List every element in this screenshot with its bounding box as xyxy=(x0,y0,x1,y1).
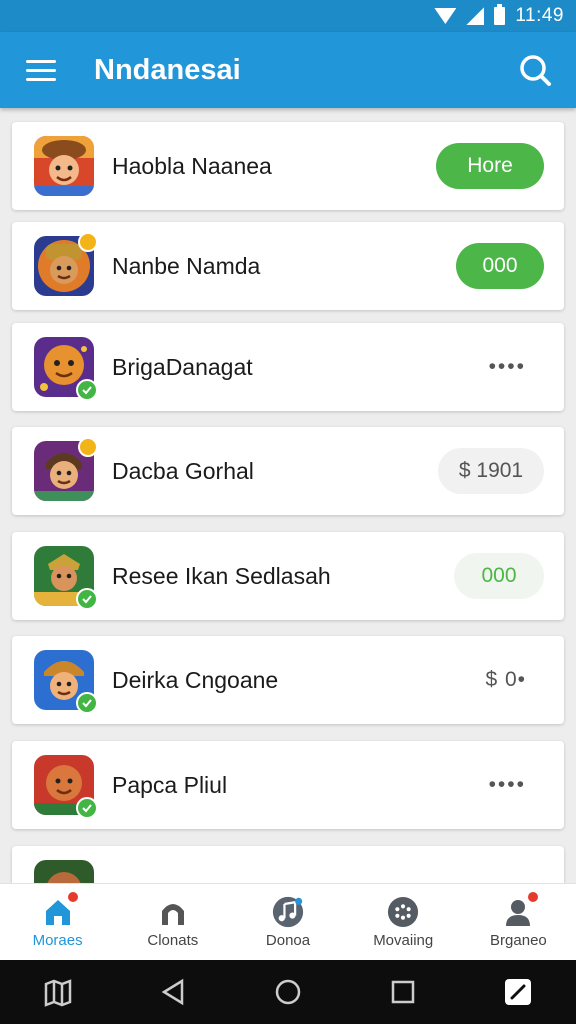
item-title: Dacba Gorhal xyxy=(112,457,254,484)
edit-icon xyxy=(505,979,532,1005)
item-title: Nanbe Namda xyxy=(112,252,261,279)
list-item[interactable]: Resee Ikan Sedlasah 000 xyxy=(12,532,564,620)
recents-app-button[interactable] xyxy=(38,972,78,1012)
menu-icon xyxy=(26,59,56,63)
app-switch-icon xyxy=(44,979,71,1007)
item-title: Haobla Naanea xyxy=(112,152,272,179)
nav-item-clonats[interactable]: Clonats xyxy=(115,884,230,960)
verified-check-icon xyxy=(76,692,98,714)
bottom-navigation: Moraes Clonats Donoa Movaiing Brganeo xyxy=(0,883,576,960)
notification-badge xyxy=(526,889,541,904)
app-bar: Nndanesai xyxy=(0,32,576,108)
search-button[interactable] xyxy=(494,32,576,108)
avatar xyxy=(34,232,98,296)
avatar xyxy=(34,437,98,501)
arch-icon xyxy=(161,903,184,925)
avatar xyxy=(34,546,98,610)
list-item[interactable]: Papca Pliul •••• xyxy=(12,741,564,829)
back-button[interactable] xyxy=(153,972,193,1012)
item-action-button[interactable]: 000 xyxy=(454,553,544,599)
game-icon xyxy=(34,136,94,196)
verified-check-icon xyxy=(76,379,98,401)
game-list: Haobla Naanea Hore Nanbe Namda 000 Briga… xyxy=(0,108,576,883)
notification-badge xyxy=(65,889,80,904)
nav-item-brganeo[interactable]: Brganeo xyxy=(461,884,576,960)
notification-dot xyxy=(78,437,98,457)
game-icon xyxy=(34,860,94,883)
verified-check-icon xyxy=(76,588,98,610)
list-item[interactable]: Deirka Cngoane $ 0• xyxy=(12,636,564,724)
item-title: Deirka Cngoane xyxy=(112,666,279,693)
nav-item-moraes[interactable]: Moraes xyxy=(0,884,115,960)
edit-button[interactable] xyxy=(498,972,538,1012)
item-action-button[interactable]: Hore xyxy=(436,143,544,189)
nav-item-donoa[interactable]: Donoa xyxy=(230,884,345,960)
music-icon xyxy=(272,896,304,927)
home-circle-icon xyxy=(275,979,301,1005)
status-time: 11:49 xyxy=(515,5,564,26)
list-item[interactable]: Nanbe Namda 000 xyxy=(12,222,564,310)
item-title: Resee Ikan Sedlasah xyxy=(112,562,331,589)
item-action-button[interactable]: 000 xyxy=(456,243,544,289)
item-title: BrigaDanagat xyxy=(112,353,253,380)
avatar xyxy=(34,860,94,883)
more-options-icon[interactable]: •••• xyxy=(489,355,526,379)
nav-item-movaiing[interactable]: Movaiing xyxy=(346,884,461,960)
list-item[interactable]: Dacba Gorhal $ 1901 xyxy=(12,427,564,515)
battery-icon xyxy=(494,4,506,25)
verified-check-icon xyxy=(76,797,98,819)
app-title: Nndanesai xyxy=(94,53,241,86)
list-item[interactable] xyxy=(12,846,564,883)
notification-dot xyxy=(78,232,98,252)
overview-button[interactable] xyxy=(383,972,423,1012)
avatar xyxy=(34,136,94,196)
dots-circle-icon xyxy=(388,896,419,927)
wifi-icon xyxy=(434,8,457,24)
list-item[interactable]: BrigaDanagat •••• xyxy=(12,323,564,411)
item-price[interactable]: $ 0• xyxy=(485,668,526,692)
square-icon xyxy=(391,980,415,1004)
menu-button[interactable] xyxy=(0,32,82,108)
avatar xyxy=(34,650,98,714)
system-navigation-bar xyxy=(0,960,576,1024)
item-price-button[interactable]: $ 1901 xyxy=(438,448,544,494)
more-options-icon[interactable]: •••• xyxy=(489,773,526,797)
home-button[interactable] xyxy=(268,972,308,1012)
signal-icon xyxy=(466,7,485,25)
search-icon xyxy=(520,55,551,86)
status-bar: 11:49 xyxy=(0,0,576,32)
back-icon xyxy=(161,978,184,1006)
item-title: Papca Pliul xyxy=(112,771,228,798)
avatar xyxy=(34,337,98,401)
avatar xyxy=(34,755,98,819)
list-item[interactable]: Haobla Naanea Hore xyxy=(12,122,564,210)
